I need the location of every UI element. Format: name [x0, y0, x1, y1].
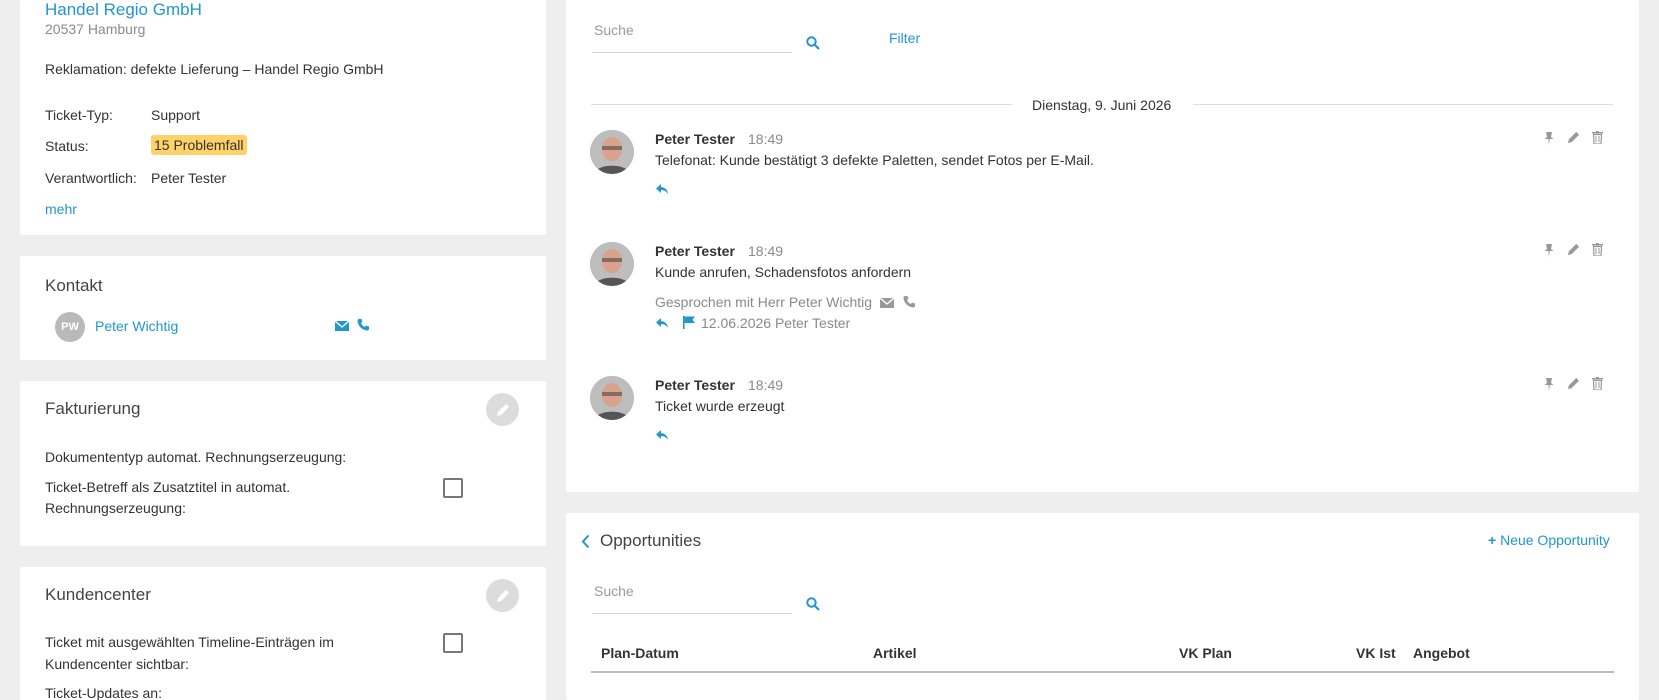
contact-avatar: PW: [55, 312, 85, 342]
chevron-left-icon[interactable]: [581, 534, 590, 552]
pin-icon[interactable]: [1544, 131, 1554, 148]
reply-icon[interactable]: [655, 428, 669, 444]
edit-entry-icon[interactable]: [1567, 377, 1580, 393]
ticket-type-label: Ticket-Typ:: [45, 107, 113, 123]
table-header-divider: [591, 671, 1614, 673]
ticket-subject: Reklamation: defekte Lieferung – Handel …: [45, 61, 384, 77]
column-header-vk-ist[interactable]: VK Ist: [1356, 645, 1396, 661]
edit-billing-button[interactable]: [486, 393, 519, 426]
delete-entry-icon[interactable]: [1592, 243, 1603, 259]
date-label: Dienstag, 9. Juni 2026: [1032, 97, 1172, 113]
more-link[interactable]: mehr: [45, 201, 77, 217]
author-avatar: [590, 242, 634, 286]
entry-author: Peter Tester: [655, 243, 735, 259]
visible-label-2: Kundencenter sichtbar:: [45, 656, 189, 672]
author-avatar: [590, 376, 634, 420]
pencil-icon: [496, 589, 509, 602]
contact-name-link[interactable]: Peter Wichtig: [95, 318, 178, 334]
date-divider-left: [591, 104, 1012, 105]
filter-link[interactable]: Filter: [889, 30, 920, 46]
status-label: Status:: [45, 138, 89, 154]
customer-center-title: Kundencenter: [45, 585, 151, 604]
ticket-card: Handel Regio GmbH 20537 Hamburg Reklamat…: [20, 0, 546, 235]
pin-icon[interactable]: [1544, 377, 1554, 394]
visible-label-1: Ticket mit ausgewählten Timeline-Einträg…: [45, 634, 334, 650]
flag-icon: [683, 316, 696, 332]
due-text: 12.06.2026 Peter Tester: [701, 315, 851, 331]
billing-title: Fakturierung: [45, 399, 141, 418]
ticket-type-value: Support: [151, 107, 201, 123]
entry-time: 18:49: [748, 131, 784, 147]
pencil-icon: [496, 403, 509, 416]
phone-icon[interactable]: [903, 295, 915, 311]
new-opportunity-label: Neue Opportunity: [1500, 532, 1610, 548]
timeline-search-placeholder: Suche: [594, 22, 634, 38]
entry-text: Kunde anrufen, Schadensfotos anfordern: [655, 264, 912, 280]
edit-entry-icon[interactable]: [1567, 131, 1580, 147]
status-badge[interactable]: 15 Problemfall: [151, 135, 247, 155]
entry-author: Peter Tester: [655, 131, 735, 147]
column-header-vk-plan[interactable]: VK Plan: [1179, 645, 1232, 661]
edit-customer-center-button[interactable]: [486, 579, 519, 612]
opportunities-card: Opportunities + Neue Opportunity Suche P…: [566, 513, 1639, 700]
column-header-offer[interactable]: Angebot: [1413, 645, 1470, 661]
customer-center-card: Kundencenter Ticket mit ausgewählten Tim…: [20, 567, 546, 700]
owner-value: Peter Tester: [151, 170, 227, 186]
author-avatar: [590, 130, 634, 174]
reply-icon[interactable]: [655, 182, 669, 198]
search-icon[interactable]: [806, 597, 820, 614]
search-icon[interactable]: [806, 36, 820, 53]
column-header-plan-date[interactable]: Plan-Datum: [601, 645, 679, 661]
contact-title: Kontakt: [45, 276, 103, 295]
company-link[interactable]: Handel Regio GmbH: [45, 0, 202, 20]
new-opportunity-button[interactable]: + Neue Opportunity: [1488, 532, 1610, 548]
column-header-article[interactable]: Artikel: [873, 645, 917, 661]
timeline-card: Suche Filter Dienstag, 9. Juni 2026 Pete…: [566, 0, 1639, 492]
billing-card: Fakturierung Dokumententyp automat. Rech…: [20, 381, 546, 546]
entry-text: Telefonat: Kunde bestätigt 3 defekte Pal…: [655, 152, 1094, 168]
contact-card: Kontakt PW Peter Wichtig: [20, 256, 546, 360]
entry-time: 18:49: [748, 243, 784, 259]
subject-title-checkbox[interactable]: [443, 478, 463, 498]
phone-icon[interactable]: [357, 318, 369, 334]
doc-type-label: Dokumententyp automat. Rechnungserzeugun…: [45, 449, 347, 465]
date-divider-right: [1193, 104, 1613, 105]
subject-title-label-2: Rechnungserzeugung:: [45, 500, 186, 516]
plus-icon: +: [1488, 532, 1497, 548]
timeline-search-input[interactable]: Suche: [592, 18, 792, 53]
pin-icon[interactable]: [1544, 243, 1554, 260]
edit-entry-icon[interactable]: [1567, 243, 1580, 259]
delete-entry-icon[interactable]: [1592, 131, 1603, 147]
entry-text: Ticket wurde erzeugt: [655, 398, 785, 414]
reply-icon[interactable]: [655, 316, 669, 332]
customer-center-visible-checkbox[interactable]: [443, 633, 463, 653]
company-address: 20537 Hamburg: [45, 21, 146, 37]
envelope-icon[interactable]: [879, 296, 895, 312]
spoken-with-text: Gesprochen mit Herr Peter Wichtig: [655, 294, 873, 310]
opportunities-search-input[interactable]: Suche: [592, 579, 792, 614]
subject-title-label-1: Ticket-Betreff als Zusatztitel in automa…: [45, 479, 291, 495]
delete-entry-icon[interactable]: [1592, 377, 1603, 393]
opportunities-search-placeholder: Suche: [594, 583, 634, 599]
opportunities-title: Opportunities: [600, 531, 702, 550]
updates-label: Ticket-Updates an:: [45, 685, 162, 700]
envelope-icon[interactable]: [334, 319, 350, 335]
owner-label: Verantwortlich:: [45, 170, 137, 186]
entry-author: Peter Tester: [655, 377, 735, 393]
entry-time: 18:49: [748, 377, 784, 393]
